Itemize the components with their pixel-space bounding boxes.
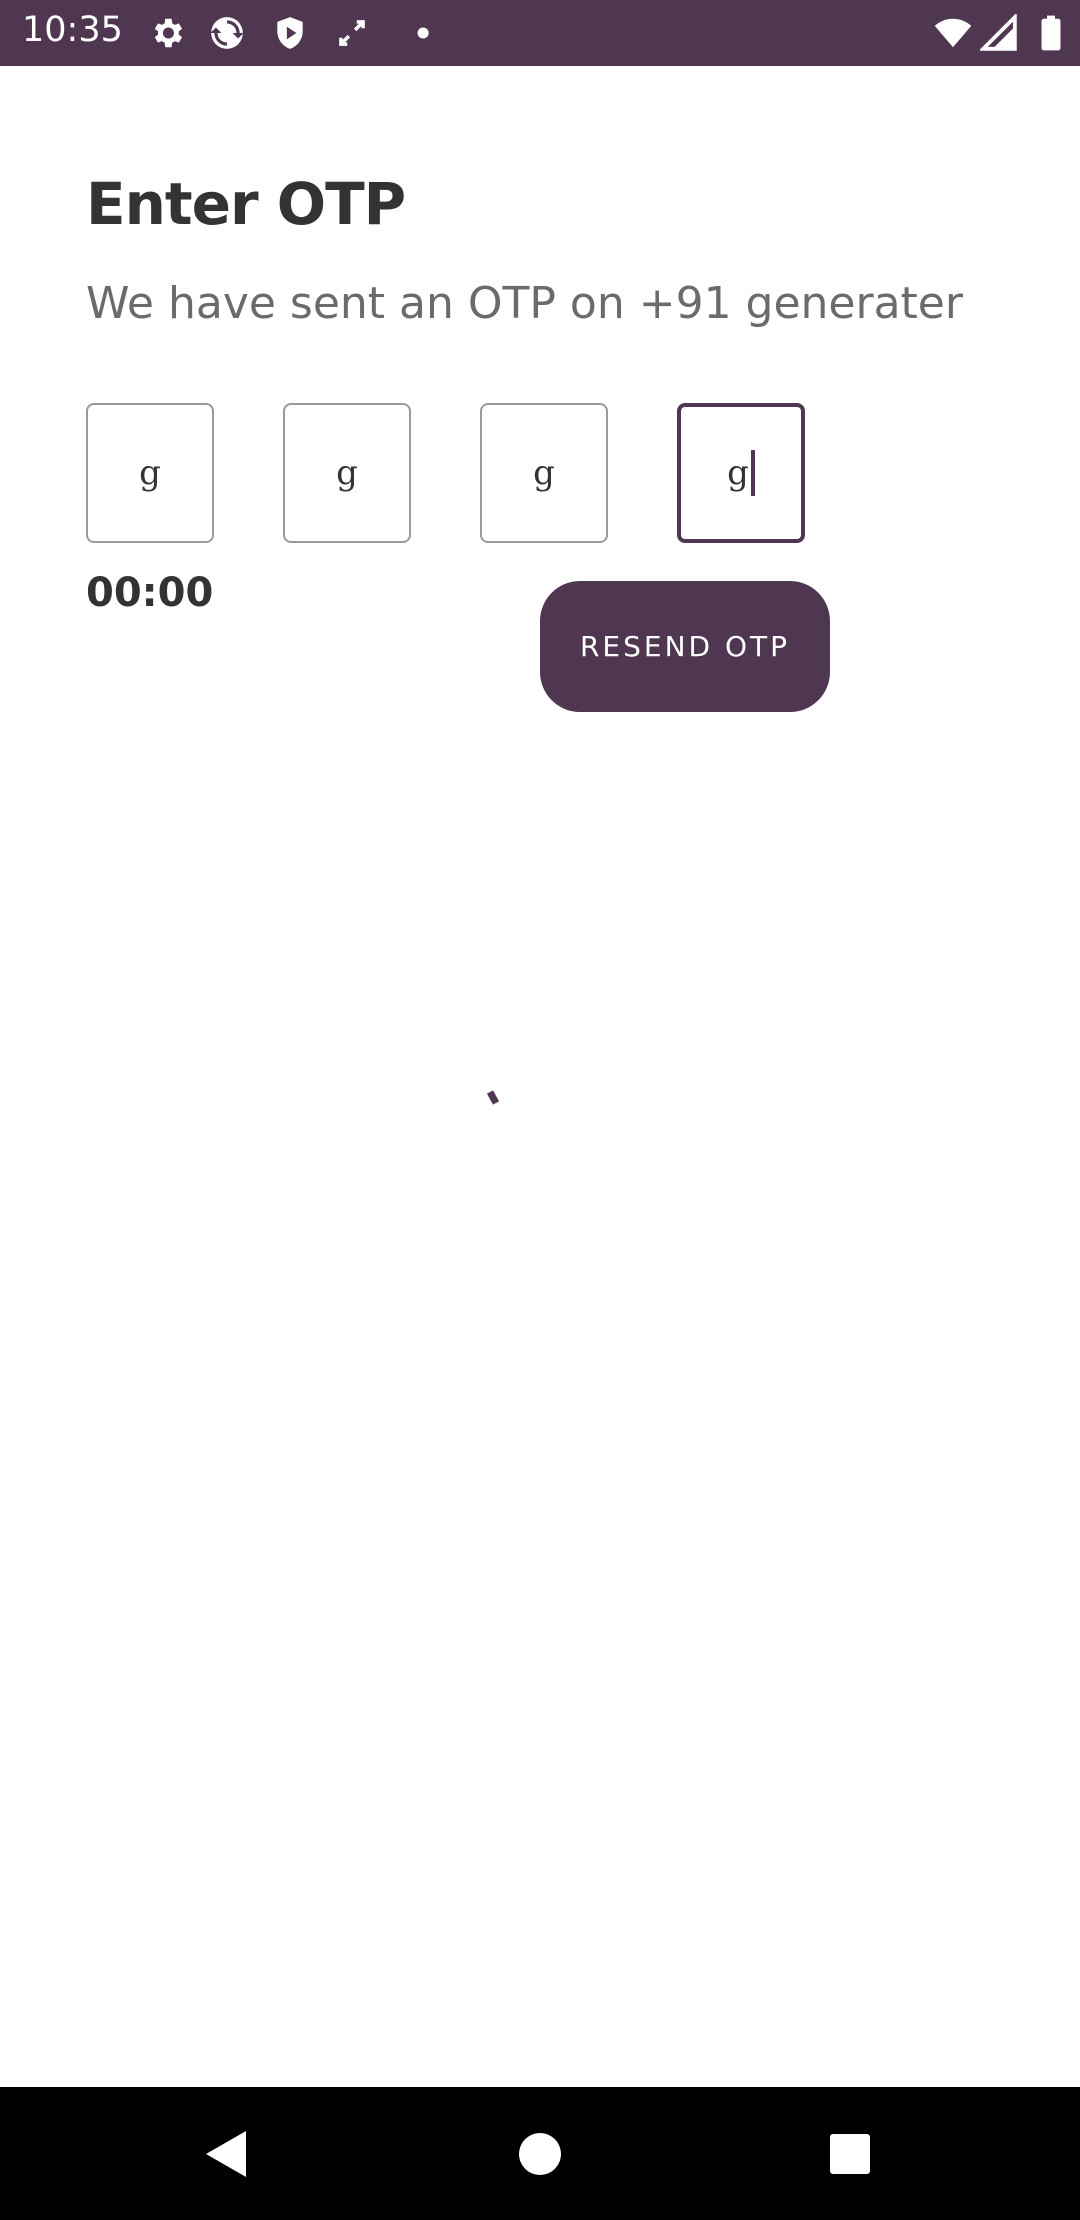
navigation-bar [0, 2087, 1080, 2220]
text-cursor [750, 450, 755, 496]
expand-arrows-icon [333, 14, 371, 52]
otp-digit-3-value: g [533, 453, 555, 493]
home-circle-icon[interactable] [505, 2119, 575, 2189]
wifi-icon [934, 14, 972, 52]
status-bar: 10:35 [0, 0, 1080, 66]
back-triangle-icon[interactable] [190, 2119, 260, 2189]
page-title: Enter OTP [86, 170, 406, 238]
dot-icon [393, 14, 431, 52]
sync-circle-icon [208, 14, 246, 52]
otp-digit-1-value: g [139, 453, 161, 493]
countdown-timer: 00:00 [86, 570, 214, 616]
otp-digit-4-input[interactable]: g [677, 403, 805, 543]
recents-square-icon[interactable] [815, 2119, 885, 2189]
otp-digit-4-value: g [727, 453, 749, 493]
resend-otp-button[interactable]: RESEND OTP [540, 581, 830, 712]
otp-digit-2-value: g [336, 453, 358, 493]
otp-sent-message: We have sent an OTP on +91 generater [86, 278, 963, 329]
shield-play-icon [271, 14, 309, 52]
otp-digit-1-input[interactable]: g [86, 403, 214, 543]
loading-spinner-icon [484, 1086, 514, 1116]
settings-gear-icon [148, 14, 186, 52]
battery-icon [1032, 14, 1070, 52]
status-time: 10:35 [22, 10, 123, 50]
signal-icon [980, 14, 1018, 52]
otp-digit-2-input[interactable]: g [283, 403, 411, 543]
otp-digit-3-input[interactable]: g [480, 403, 608, 543]
